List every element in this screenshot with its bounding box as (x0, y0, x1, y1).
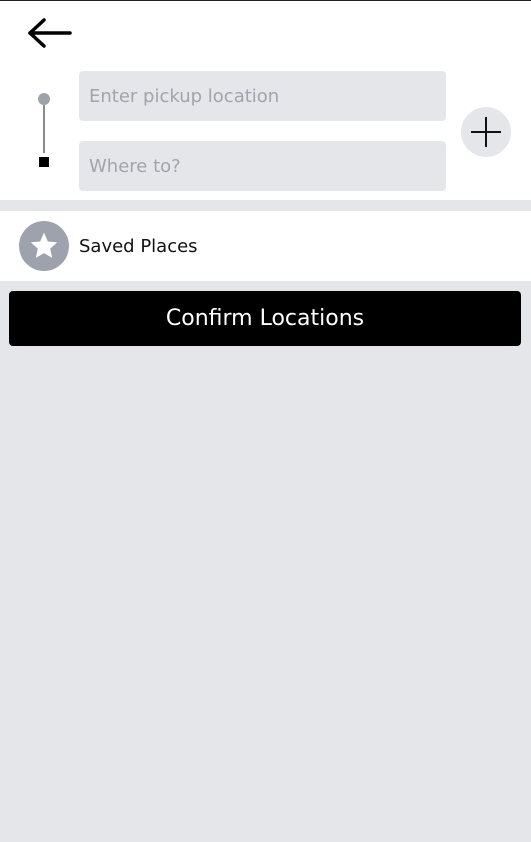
saved-places-label: Saved Places (79, 235, 198, 257)
arrow-left-icon (28, 18, 72, 48)
saved-places-row[interactable]: Saved Places (0, 211, 531, 281)
star-icon (30, 232, 58, 258)
saved-places-avatar (19, 221, 69, 271)
route-indicator-icon (38, 93, 50, 167)
add-stop-button[interactable] (461, 107, 511, 157)
back-button[interactable] (24, 13, 74, 53)
confirm-locations-button[interactable]: Confirm Locations (9, 291, 521, 346)
location-header (0, 1, 531, 200)
pickup-location-input[interactable] (79, 71, 446, 121)
destination-input[interactable] (79, 141, 446, 191)
plus-icon (471, 117, 501, 147)
